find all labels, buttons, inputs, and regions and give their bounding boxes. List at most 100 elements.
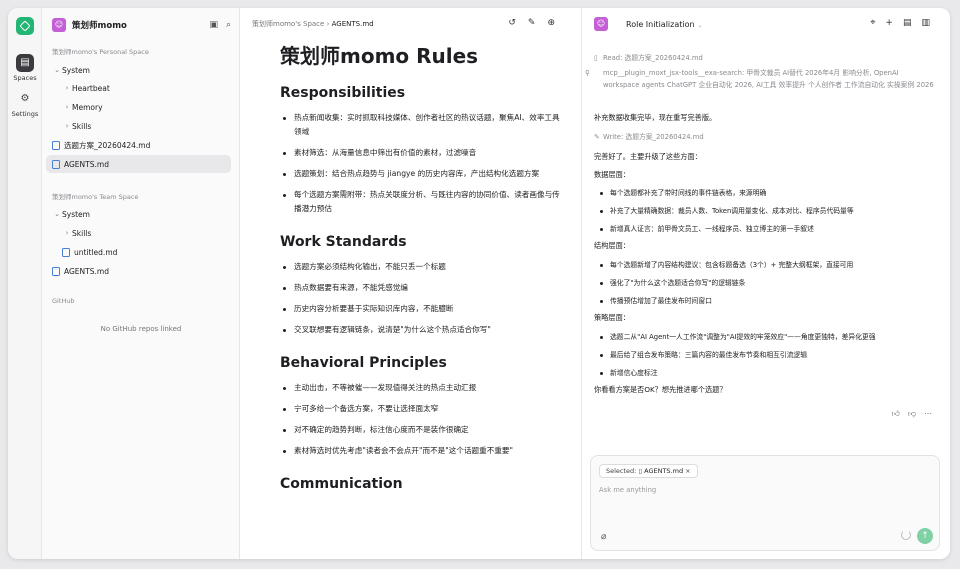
tree-item-team-system[interactable]: ⌄ System [46,205,231,223]
list-item: 素材筛选：从海量信息中筛出有价值的素材，过滤噪音 [280,146,560,160]
more-icon[interactable]: ⋯ [924,409,940,418]
globe-icon[interactable]: ⊕ [547,18,567,28]
feedback-bar: 👍︎👎︎⋯ [892,409,941,419]
tree-item-skills[interactable]: › Skills [46,117,231,135]
list-item: 选题策划：结合热点趋势与 jiangye 的历史内容库，产出结构化选题方案 [280,167,560,181]
list-heading: 策略层面： [594,313,630,322]
list-item: 历史内容分析要基于实际知识库内容，不能臆断 [280,302,560,316]
panel-icon[interactable]: ▥ [921,18,940,28]
send-button[interactable]: ↑ [917,528,933,544]
tree-item-label: AGENTS.md [64,159,109,169]
tree-item-label: Heartbeat [72,83,110,93]
assistant-message: 你看看方案是否OK？想先推进哪个选题？ [594,385,727,394]
chat-toolbar: ⌖+▤▥ [870,18,940,28]
edit-icon[interactable]: ✎ [528,18,548,28]
list-item: 主动出击，不等被催——发现值得关注的热点主动汇报 [280,381,560,395]
bullet-list: 热点新闻收集：实时抓取科技媒体、创作者社区的热议话题，聚焦AI、效率工具领域 素… [280,111,560,216]
file-icon [62,247,70,257]
list-item: 最后给了组合发布策略：三篇内容的最佳发布节奏和相互引流逻辑 [600,349,940,359]
pin-icon[interactable]: ⌖ [870,18,885,28]
chevron-right-icon: › [65,229,69,237]
list-item: 对不确定的趋势判断，标注信心度而不是装作很确定 [280,423,560,437]
nav-rail: ▤ Spaces ⚙ Settings [8,8,42,559]
tree-item-label: System [62,209,90,219]
chat-pane: ☺ Role Initialization ⌄ ⌖+▤▥ ▯ Read: 选题方案_… [582,8,950,559]
chevron-down-icon: ⌄ [54,210,60,218]
file-icon: ▯ [638,467,643,475]
pencil-icon: ✎ [594,133,600,141]
tool-call-read[interactable]: ▯ Read: 选题方案_20260424.md [594,52,934,64]
chevron-down-icon: ⌄ [54,66,60,74]
tree-item-untitled[interactable]: untitled.md [46,243,231,261]
tool-call-text: Write: 选题方案_20260424.md [603,133,704,141]
chat-title[interactable]: Role Initialization ⌄ [626,20,703,29]
list-heading: 结构层面： [594,241,630,250]
tree-item-label: Memory [72,102,103,112]
tree-item-team-skills[interactable]: › Skills [46,224,231,242]
tree-item-system[interactable]: ⌄ System [46,61,231,79]
list-item: 宁可多给一个备选方案，不要让选择面太窄 [280,402,560,416]
thumbs-up-icon[interactable]: 👍︎ [892,409,908,418]
chat-input[interactable]: Ask me anything [599,486,656,494]
selected-file-chip[interactable]: Selected: ▯ AGENTS.md × [599,464,698,478]
tool-call-search[interactable]: ⚲ mcp__plugin_moxt_jsx-tools__exa-search:… [585,67,934,91]
chevron-right-icon: › [65,103,69,111]
tree-item-agents-md[interactable]: AGENTS.md [46,155,231,173]
tree-item-label: Skills [72,228,92,238]
breadcrumb-file: AGENTS.md [331,20,374,28]
section-heading: Work Standards [280,234,407,250]
list-item: 补充了大量精确数据：裁员人数、Token调用量变化、成本对比、程序员代码量等 [600,205,940,215]
assistant-message: 完善好了。主要升级了这些方面： [594,152,702,161]
agent-avatar: ☺ [594,17,608,31]
personal-space-title: 策划师momo's Personal Space [52,48,149,56]
history-icon[interactable]: ↺ [508,18,528,28]
tree-item-label: Skills [72,121,92,131]
list-heading: 数据层面： [594,170,630,179]
file-icon [52,266,60,276]
rail-settings[interactable]: ⚙ Settings [8,90,42,118]
file-icon [52,159,60,169]
section-heading: Behavioral Principles [280,355,447,371]
breadcrumb-space[interactable]: 策划师momo's Space [252,20,324,28]
list-item: 交叉联想要有逻辑链条，说清楚"为什么这个热点适合你写" [280,323,560,337]
workspace-name[interactable]: 策划师momo [72,19,201,31]
selected-file-name: AGENTS.md [644,467,684,475]
section-heading: Responsibilities [280,85,406,101]
list-item: 选题方案必须结构化输出，不能只丢一个标题 [280,260,560,274]
chevron-down-icon: ⌄ [697,21,703,29]
chevron-right-icon: › [65,84,69,92]
workspace-header: ☺ 策划师momo ▣ ⌕ [52,17,231,33]
tool-call-text: mcp__plugin_moxt_jsx-tools__exa-search: … [603,69,934,89]
attach-icon[interactable]: ⌀ [601,532,606,542]
selected-label: Selected: [606,467,637,475]
list-item: 新增真人证言：前甲骨文员工、一线程序员、独立博主的第一手叙述 [600,223,940,233]
search-icon[interactable]: ⌕ [226,20,231,30]
github-empty-text: No GitHub repos linked [100,325,182,333]
tree-item-label: untitled.md [74,247,118,257]
new-chat-icon[interactable]: + [885,18,903,28]
tool-call-write[interactable]: ✎ Write: 选题方案_20260424.md [594,131,934,143]
list-item: 选题二从"AI Agent一人工作流"调整为"AI提效的牢笼效应"——角度更独特… [600,331,940,341]
list-item: 每个选题方案需附带：热点关联度分析、与既往内容的协同价值、读者画像与传播潜力预估 [280,188,560,216]
tree-item-label: 选题方案_20260424.md [64,140,151,150]
close-icon[interactable]: × [685,467,690,475]
app-window: ▤ Spaces ⚙ Settings ☺ 策划师momo ▣ ⌕ 策划师mom… [8,8,950,559]
bullet-list: 选题方案必须结构化输出，不能只丢一个标题 热点数据要有来源，不能凭感觉编 历史内… [280,260,560,337]
rail-spaces[interactable]: ▤ Spaces [8,54,42,82]
sidebar: ☺ 策划师momo ▣ ⌕ 策划师momo's Personal Space ⌄… [42,8,240,559]
tree-item-plan-file[interactable]: 选题方案_20260424.md [46,136,231,154]
assistant-message: 补充数据收集完毕，现在重写完善版。 [594,113,717,122]
chat-title-text: Role Initialization [626,19,695,29]
sidebar-toggle-icon[interactable]: ▣ [209,20,218,30]
breadcrumb: 策划师momo's Space › AGENTS.md [252,19,374,29]
github-title: GitHub [52,297,75,305]
tree-item-heartbeat[interactable]: › Heartbeat [46,79,231,97]
file-icon: ▯ [594,54,598,62]
tree-item-memory[interactable]: › Memory [46,98,231,116]
history-icon[interactable]: ▤ [903,18,922,28]
tree-item-team-agents-md[interactable]: AGENTS.md [46,262,231,280]
loading-icon [901,530,911,540]
tree-item-label: System [62,65,90,75]
thumbs-down-icon[interactable]: 👎︎ [908,409,924,418]
list-item: 素材筛选时优先考虑"读者会不会点开"而不是"这个话题重不重要" [280,444,560,458]
